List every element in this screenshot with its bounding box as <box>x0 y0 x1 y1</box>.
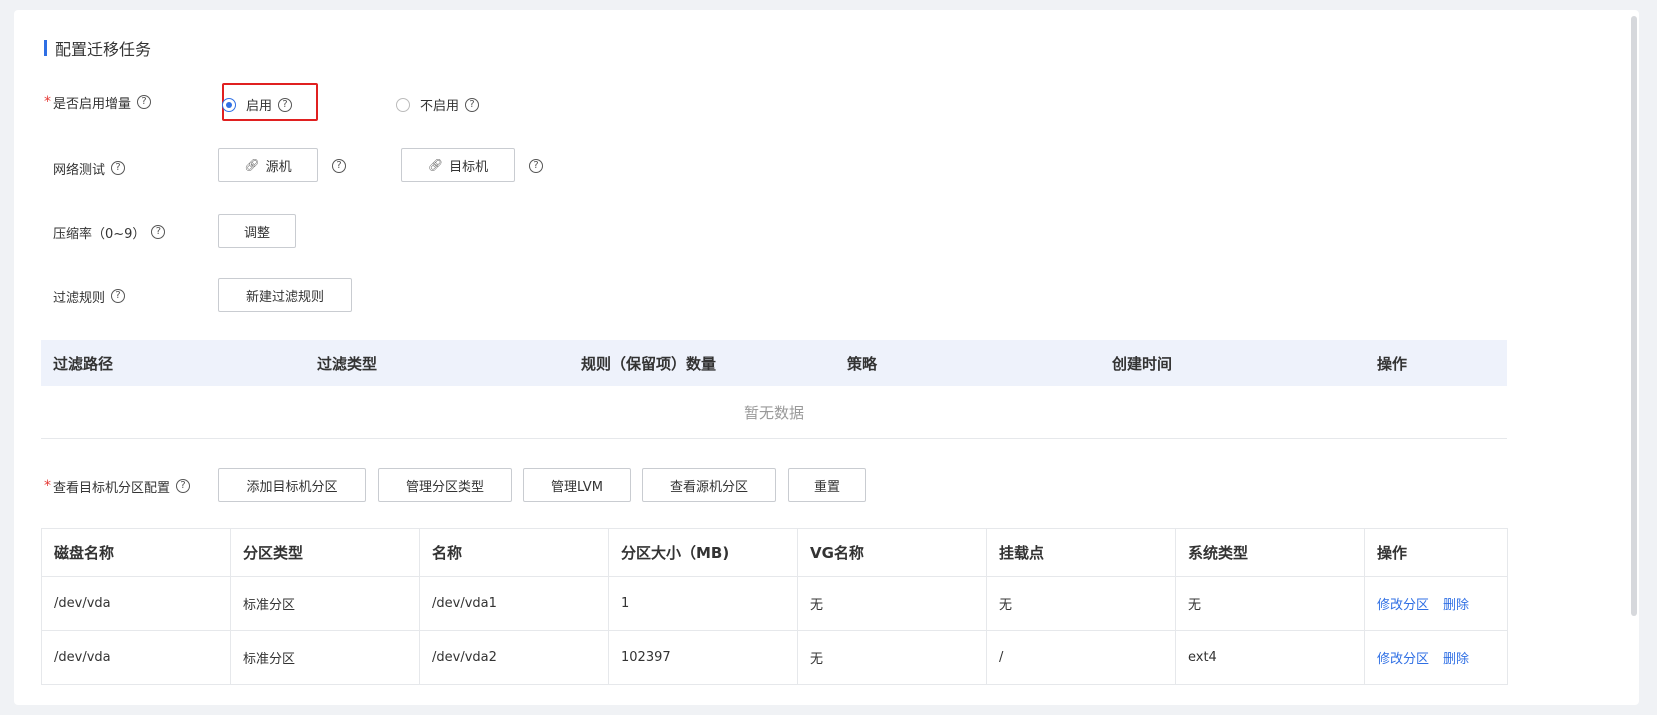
radio-enable-label[interactable]: 启用 <box>246 95 272 114</box>
new-filter-rule-button-label: 新建过滤规则 <box>245 289 324 305</box>
reset-button[interactable]: 重置 <box>788 468 866 502</box>
manage-partition-type-button-label: 管理分区类型 <box>405 479 484 495</box>
source-test-button-label: 源机 <box>265 159 292 175</box>
partition-label: * 查看目标机分区配置 ? <box>44 477 191 496</box>
network-test-row: 网络测试 ? <box>44 158 126 178</box>
network-test-label-text: 网络测试 <box>53 162 106 178</box>
cell-size: 1 <box>608 576 798 631</box>
manage-partition-type-button[interactable]: 管理分区类型 <box>378 468 512 502</box>
question-circle-icon[interactable]: ? <box>137 95 152 109</box>
filter-col-created: 创建时间 <box>1112 354 1173 373</box>
cell-type: 标准分区 <box>230 576 420 631</box>
cell-vg: 无 <box>797 630 987 685</box>
view-source-partition-button[interactable]: 查看源机分区 <box>642 468 776 502</box>
col-fs: 系统类型 <box>1175 528 1365 577</box>
compression-label-text: 压缩率（0~9） <box>53 226 146 242</box>
adjust-compression-button-label: 调整 <box>243 225 270 241</box>
col-actions: 操作 <box>1364 528 1508 577</box>
delete-partition-link[interactable]: 删除 <box>1443 598 1469 613</box>
partition-table-header: 磁盘名称 分区类型 名称 分区大小（MB) VG名称 挂载点 系统类型 操作 <box>41 528 1508 577</box>
config-card: 配置迁移任务 * 是否启用增量 ? 启用 ? 不启用 ? 网络测试 ? 🔗︎ 源… <box>14 10 1639 705</box>
radio-disable-label[interactable]: 不启用 <box>420 95 459 114</box>
question-circle-icon[interactable]: ? <box>151 225 166 239</box>
cell-size: 102397 <box>608 630 798 685</box>
filter-table-header: 过滤路径 过滤类型 规则（保留项）数量 策略 创建时间 操作 <box>41 340 1507 386</box>
manage-lvm-button-label: 管理LVM <box>551 479 603 495</box>
cell-fs: ext4 <box>1175 630 1365 685</box>
filter-col-type: 过滤类型 <box>317 354 378 373</box>
question-circle-icon[interactable]: ? <box>111 289 126 303</box>
col-type: 分区类型 <box>230 528 420 577</box>
col-mount: 挂载点 <box>986 528 1176 577</box>
radio-disable[interactable]: 不启用 ? <box>396 95 480 114</box>
cell-disk: /dev/vda <box>41 576 231 631</box>
table-row: /dev/vda 标准分区 /dev/vda2 102397 无 / ext4 … <box>41 630 1508 685</box>
question-circle-icon[interactable]: ? <box>332 159 346 173</box>
filter-table-empty: 暂无数据 <box>41 386 1507 439</box>
link-icon: 🔗︎ <box>427 158 444 172</box>
col-size: 分区大小（MB) <box>608 528 798 577</box>
partition-row: * 查看目标机分区配置 ? <box>44 476 191 496</box>
cell-type: 标准分区 <box>230 630 420 685</box>
filter-col-strategy: 策略 <box>847 354 878 373</box>
filter-col-actions: 操作 <box>1377 354 1408 373</box>
scrollbar-thumb[interactable] <box>1631 16 1637 616</box>
cell-disk: /dev/vda <box>41 630 231 685</box>
partition-label-text: 查看目标机分区配置 <box>53 480 171 496</box>
cell-mount: 无 <box>986 576 1176 631</box>
edit-partition-link[interactable]: 修改分区 <box>1377 598 1429 613</box>
target-test-button-label: 目标机 <box>449 159 489 175</box>
edit-partition-link[interactable]: 修改分区 <box>1377 652 1429 667</box>
view-source-partition-button-label: 查看源机分区 <box>669 479 748 495</box>
cell-fs: 无 <box>1175 576 1365 631</box>
question-circle-icon[interactable]: ? <box>278 97 293 112</box>
required-mark: * <box>44 478 51 494</box>
filter-col-count: 规则（保留项）数量 <box>581 354 717 373</box>
link-icon: 🔗︎ <box>244 158 260 172</box>
network-test-label: 网络测试 ? <box>53 159 126 178</box>
compression-row: 压缩率（0~9） ? <box>44 222 166 242</box>
question-circle-icon[interactable]: ? <box>529 159 543 173</box>
table-row: /dev/vda 标准分区 /dev/vda1 1 无 无 无 修改分区 删除 <box>41 576 1508 631</box>
incremental-row: * 是否启用增量 ? <box>44 92 152 112</box>
question-circle-icon[interactable]: ? <box>465 97 480 112</box>
reset-button-label: 重置 <box>813 479 840 495</box>
question-circle-icon[interactable]: ? <box>176 479 191 493</box>
new-filter-rule-button[interactable]: 新建过滤规则 <box>218 278 352 312</box>
required-mark: * <box>44 94 51 110</box>
add-target-partition-button-label: 添加目标机分区 <box>246 479 338 495</box>
col-vg: VG名称 <box>797 528 987 577</box>
title-accent-bar <box>44 40 47 56</box>
partition-table: 磁盘名称 分区类型 名称 分区大小（MB) VG名称 挂载点 系统类型 操作 /… <box>41 528 1508 685</box>
delete-partition-link[interactable]: 删除 <box>1443 652 1469 667</box>
cell-name: /dev/vda1 <box>419 576 609 631</box>
cell-name: /dev/vda2 <box>419 630 609 685</box>
adjust-compression-button[interactable]: 调整 <box>218 214 296 248</box>
compression-label: 压缩率（0~9） ? <box>53 223 166 242</box>
radio-enable-circle[interactable] <box>222 97 236 112</box>
incremental-label-text: 是否启用增量 <box>53 96 132 112</box>
target-test-button[interactable]: 🔗︎ 目标机 <box>401 148 515 182</box>
manage-lvm-button[interactable]: 管理LVM <box>523 468 631 502</box>
col-name: 名称 <box>419 528 609 577</box>
incremental-label: * 是否启用增量 ? <box>44 93 152 112</box>
radio-enable[interactable]: 启用 ? <box>222 95 293 114</box>
filter-rules-label: 过滤规则 ? <box>53 287 126 306</box>
cell-actions: 修改分区 删除 <box>1364 576 1508 631</box>
filter-col-path: 过滤路径 <box>53 354 114 373</box>
section-title-text: 配置迁移任务 <box>55 40 152 59</box>
filter-rules-label-text: 过滤规则 <box>53 290 106 306</box>
question-circle-icon[interactable]: ? <box>111 161 126 175</box>
radio-disable-circle[interactable] <box>396 97 410 112</box>
cell-mount: / <box>986 630 1176 685</box>
section-title: 配置迁移任务 <box>44 38 152 59</box>
cell-actions: 修改分区 删除 <box>1364 630 1508 685</box>
cell-vg: 无 <box>797 576 987 631</box>
add-target-partition-button[interactable]: 添加目标机分区 <box>218 468 366 502</box>
source-test-button[interactable]: 🔗︎ 源机 <box>218 148 318 182</box>
col-disk: 磁盘名称 <box>41 528 231 577</box>
filter-rules-row: 过滤规则 ? <box>44 286 126 306</box>
